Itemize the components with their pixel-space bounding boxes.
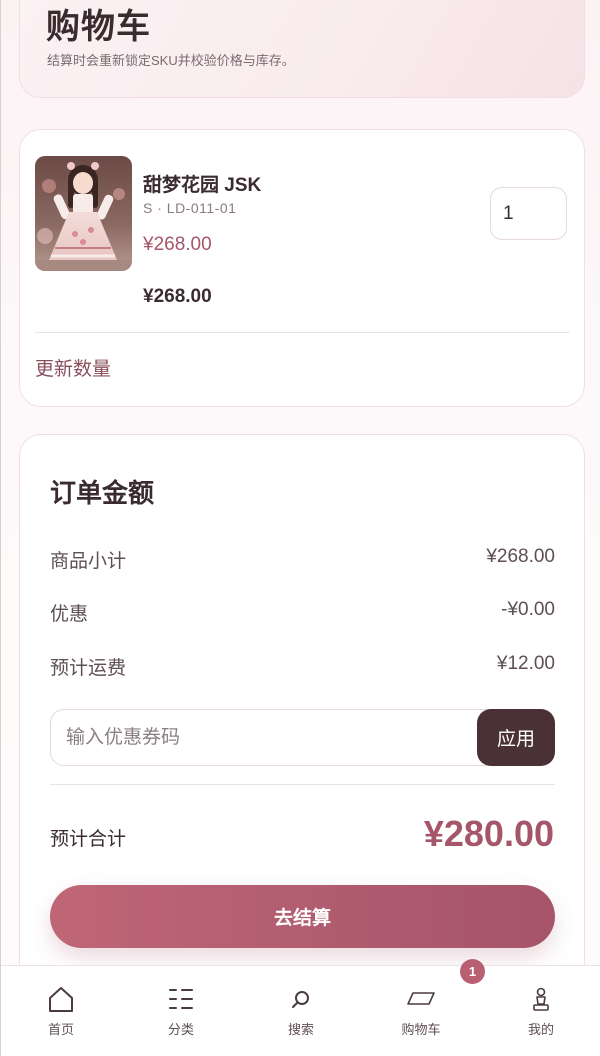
cart-item-card: 甜梦花园 JSK S · LD-011-01 ¥268.00 ¥268.00 更… — [19, 129, 585, 407]
page-title: 购物车 — [46, 8, 151, 46]
nav-label-cart: 购物车 — [401, 1022, 441, 1037]
shipping-value: ¥12.00 — [496, 653, 555, 674]
nav-item-category[interactable]: 分类 — [121, 966, 241, 1056]
product-unit-price: ¥268.00 — [143, 234, 212, 255]
checkout-button[interactable]: 去结算 — [50, 885, 555, 948]
home-icon — [49, 987, 73, 1012]
profile-icon — [533, 987, 549, 1011]
nav-label-search: 搜索 — [287, 1022, 314, 1037]
nav-item-profile[interactable]: 我的 — [481, 966, 600, 1056]
cart-icon — [407, 992, 435, 1005]
product-line-total: ¥268.00 — [143, 286, 212, 307]
cart-page: 购物车 结算时会重新锁定SKU并校验价格与库存。 甜梦花园 JSK S · LD… — [0, 0, 600, 1056]
nav-label-home: 首页 — [47, 1022, 74, 1037]
page-header: 购物车 结算时会重新锁定SKU并校验价格与库存。 — [19, 0, 585, 98]
page-subtitle: 结算时会重新锁定SKU并校验价格与库存。 — [47, 53, 295, 68]
nav-label-profile: 我的 — [527, 1022, 554, 1037]
total-label: 预计合计 — [50, 829, 127, 850]
bottom-nav: 首页 分类 搜索 购物车 我的 — [1, 965, 600, 1056]
update-quantity-link[interactable]: 更新数量 — [35, 354, 111, 381]
product-name[interactable]: 甜梦花园 JSK — [143, 170, 261, 197]
cart-count-badge: 1 — [460, 959, 485, 984]
summary-divider — [50, 784, 555, 785]
coupon-form: 应用 — [50, 709, 555, 766]
subtotal-label: 商品小计 — [50, 551, 127, 572]
quantity-input[interactable] — [490, 187, 567, 240]
coupon-input[interactable] — [50, 709, 490, 766]
nav-item-home[interactable]: 首页 — [1, 966, 121, 1056]
category-icon — [169, 989, 193, 1009]
shipping-row: 预计运费 ¥12.00 — [50, 653, 555, 679]
discount-label: 优惠 — [50, 604, 89, 625]
discount-value: -¥0.00 — [501, 599, 555, 620]
summary-title: 订单金额 — [50, 478, 155, 508]
total-value: ¥280.00 — [423, 813, 554, 854]
nav-item-search[interactable]: 搜索 — [241, 966, 361, 1056]
item-divider — [35, 332, 570, 333]
product-image-graphic — [35, 156, 132, 271]
discount-row: 优惠 -¥0.00 — [50, 599, 555, 625]
order-summary-card: 订单金额 商品小计 ¥268.00 优惠 -¥0.00 预计运费 ¥12.00 … — [19, 434, 585, 994]
subtotal-row: 商品小计 ¥268.00 — [50, 546, 555, 572]
search-icon — [292, 991, 309, 1008]
product-sku: S · LD-011-01 — [143, 200, 237, 216]
nav-label-category: 分类 — [167, 1022, 194, 1037]
product-image[interactable] — [35, 156, 132, 271]
apply-coupon-button[interactable]: 应用 — [477, 709, 555, 766]
subtotal-value: ¥268.00 — [486, 546, 555, 567]
shipping-label: 预计运费 — [50, 658, 127, 679]
